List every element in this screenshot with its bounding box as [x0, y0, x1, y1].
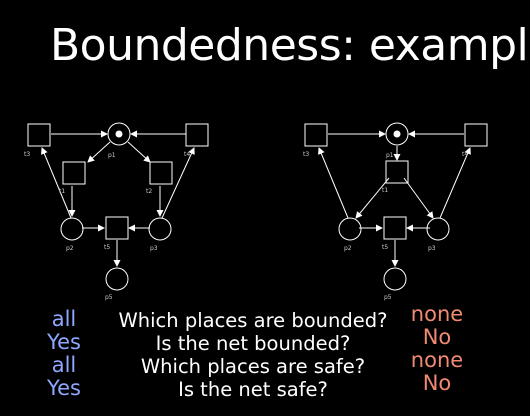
- transition-t3: [304, 123, 328, 147]
- label-t4: t4: [184, 151, 190, 158]
- arc-p3-t4: [439, 147, 471, 219]
- left-answer-net-bounded: Yes: [47, 330, 81, 354]
- token-p1: [393, 130, 401, 138]
- label-p1: p1: [108, 152, 116, 159]
- right-petri-net: [304, 122, 488, 291]
- transition-t5: [383, 216, 407, 240]
- place-p2: [60, 217, 84, 241]
- place-p5: [383, 267, 407, 291]
- questions: Which places are bounded? Is the net bou…: [108, 309, 398, 401]
- left-answer-net-safe: Yes: [47, 376, 81, 400]
- arc-p3-t4: [161, 147, 195, 219]
- transition-t5: [105, 216, 129, 240]
- arc-p1-t2: [127, 141, 151, 163]
- label-t4: t4: [462, 151, 468, 158]
- label-p3: p3: [428, 245, 436, 252]
- label-t5: t5: [382, 244, 388, 251]
- label-t2: t2: [146, 188, 152, 195]
- label-t1: t1: [59, 188, 65, 195]
- label-t3: t3: [24, 151, 30, 158]
- label-p5: p5: [384, 294, 392, 301]
- left-answer-bounded-places: all: [51, 307, 77, 331]
- question-net-bounded: Is the net bounded?: [155, 332, 351, 355]
- label-t5: t5: [104, 244, 110, 251]
- transition-t4: [464, 123, 488, 147]
- label-p3: p3: [150, 245, 158, 252]
- place-p5: [105, 267, 129, 291]
- token-p1: [115, 130, 123, 138]
- place-p3: [426, 217, 450, 241]
- label-t3: t3: [303, 151, 309, 158]
- left-petri-net: [27, 122, 209, 291]
- left-answer-safe-places: all: [51, 353, 77, 377]
- right-answers: none No none No: [404, 303, 470, 395]
- question-net-safe: Is the net safe?: [178, 378, 328, 401]
- question-bounded-places: Which places are bounded?: [118, 309, 388, 332]
- label-p5: p5: [105, 294, 113, 301]
- arc-t1-p3: [403, 177, 434, 219]
- transition-t2: [149, 161, 173, 185]
- arc-p2-t3: [41, 147, 72, 219]
- right-answer-net-bounded: No: [422, 325, 452, 349]
- label-p2: p2: [66, 245, 74, 252]
- label-p1: p1: [386, 152, 394, 159]
- label-p2: p2: [344, 245, 352, 252]
- label-t1: t1: [382, 187, 388, 194]
- transition-t3: [27, 123, 51, 147]
- left-answers: all Yes all Yes: [36, 308, 92, 400]
- place-p3: [148, 217, 172, 241]
- question-safe-places: Which places are safe?: [140, 355, 366, 378]
- right-answer-net-safe: No: [422, 371, 452, 395]
- right-answer-safe-places: none: [410, 348, 464, 372]
- transition-t1: [62, 161, 86, 185]
- arc-p2-t3: [318, 147, 349, 219]
- right-answer-bounded-places: none: [410, 302, 464, 326]
- place-p2: [338, 217, 362, 241]
- arc-p1-t1: [87, 141, 111, 163]
- arc-t1-p2: [355, 177, 390, 219]
- transition-t4: [185, 123, 209, 147]
